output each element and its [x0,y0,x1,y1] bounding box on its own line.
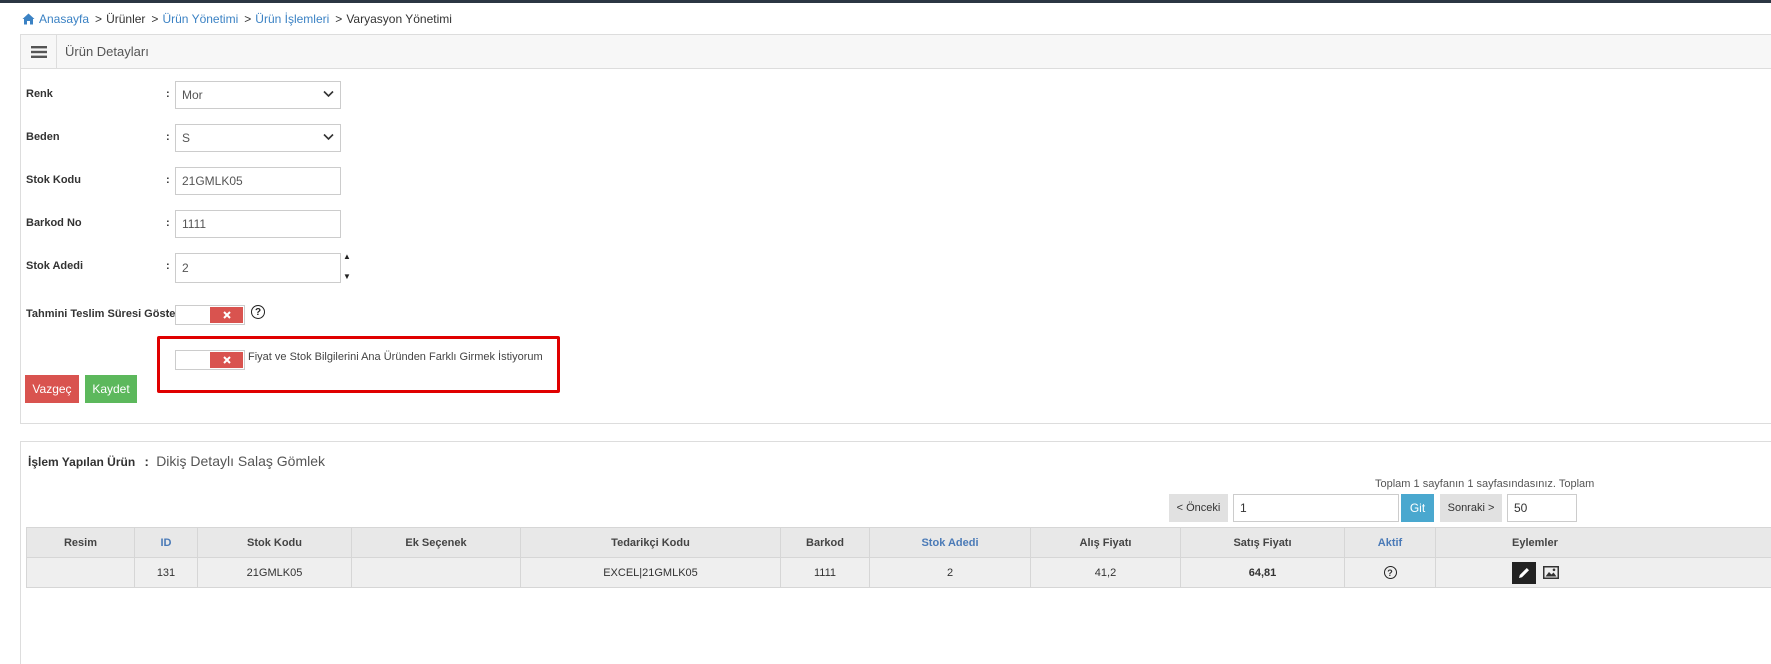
chevron-down-icon [323,133,334,141]
go-button[interactable]: Git [1401,494,1434,522]
teslim-colon: : [166,308,170,320]
cell-id: 131 [134,557,198,588]
col-header-aktif[interactable]: Aktif [1344,527,1436,558]
variations-table: Resim ID Stok Kodu Ek Seçenek Tedarikçi … [26,527,1771,588]
stok-kodu-input[interactable]: 21GMLK05 [175,167,341,195]
product-line: İşlem Yapılan Ürün : Dikiş Detaylı Salaş… [28,453,325,469]
col-header-satis-fiyati: Satış Fiyatı [1180,527,1345,558]
breadcrumb-separator: > [151,12,159,26]
renk-select-value: Mor [182,88,203,102]
page-info: Toplam 1 sayfanın 1 sayfasındasınız. Top… [1375,478,1595,490]
farkli-fiyat-toggle[interactable] [175,350,245,370]
cancel-button[interactable]: Vazgeç [25,375,79,403]
col-header-eylemler: Eylemler [1435,527,1771,558]
cell-tedarikci-kodu: EXCEL|21GMLK05 [520,557,781,588]
beden-label: Beden [26,131,60,143]
breadcrumb-separator: > [244,12,252,26]
product-label: İşlem Yapılan Ürün [28,455,136,469]
col-header-alis-fiyati: Alış Fiyatı [1030,527,1181,558]
next-page-button[interactable]: Sonraki > [1440,494,1502,522]
save-button[interactable]: Kaydet [85,375,137,403]
toggle-off-state [210,352,243,368]
cell-eylemler [1435,557,1771,588]
breadcrumb-separator: > [95,12,103,26]
barkod-no-input[interactable]: 1111 [175,210,341,238]
farkli-fiyat-label: Fiyat ve Stok Bilgilerini Ana Üründen Fa… [248,351,543,363]
cell-aktif: ? [1344,557,1436,588]
x-icon [222,356,231,364]
cell-stok-adedi: 2 [869,557,1031,588]
home-icon [22,13,35,25]
x-icon [222,311,231,319]
cell-barkod: 1111 [780,557,870,588]
stepper-up-icon[interactable]: ▲ [343,252,351,262]
product-name: Dikiş Detaylı Salaş Gömlek [156,453,326,469]
stepper-down-icon[interactable]: ▼ [343,272,351,282]
stok-adedi-input[interactable]: 2 [175,253,341,283]
breadcrumb-urun-yonetimi-link[interactable]: Ürün Yönetimi [162,12,238,26]
cell-alis-fiyati: 41,2 [1030,557,1181,588]
breadcrumb-separator: > [335,12,343,26]
stok-kodu-colon: : [166,174,170,186]
question-circle-icon[interactable]: ? [1383,566,1397,579]
col-header-id[interactable]: ID [134,527,198,558]
teslim-toggle[interactable] [175,305,245,325]
teslim-label: Tahmini Teslim Süresi Göster [26,308,180,320]
breadcrumb: Anasayfa > Ürünler > Ürün Yönetimi > Ürü… [22,12,452,26]
image-button[interactable] [1541,562,1561,584]
top-bar [0,0,1771,3]
toggle-off-state [210,307,243,323]
hamburger-icon [30,45,47,58]
chevron-down-icon [323,90,334,98]
breadcrumb-urun-islemleri-link[interactable]: Ürün İşlemleri [255,12,329,26]
breadcrumb-current: Varyasyon Yönetimi [346,12,452,26]
renk-label: Renk [26,88,53,100]
breadcrumb-urunler: Ürünler [106,12,146,26]
cell-ek-secenek [351,557,521,588]
col-header-barkod: Barkod [780,527,870,558]
cell-resim [26,557,135,588]
pencil-icon [1519,567,1529,578]
page-size-input[interactable]: 50 [1507,494,1577,522]
page-number-input[interactable]: 1 [1233,494,1399,522]
col-header-tedarikci-kodu: Tedarikçi Kodu [520,527,781,558]
cell-satis-fiyati: 64,81 [1180,557,1345,588]
stok-adedi-colon: : [166,260,170,272]
prev-page-button[interactable]: < Önceki [1169,494,1228,522]
breadcrumb-home-link[interactable]: Anasayfa [39,12,89,26]
edit-button[interactable] [1512,561,1536,584]
panel-header: Ürün Detayları [21,35,1771,69]
beden-colon: : [166,131,170,143]
col-header-resim: Resim [26,527,135,558]
stok-kodu-label: Stok Kodu [26,174,81,186]
product-colon: : [144,454,149,469]
panel-title: Ürün Detayları [65,44,149,59]
image-icon [1543,566,1560,579]
question-circle-icon[interactable]: ? [251,305,265,319]
renk-select[interactable]: Mor [175,81,341,109]
col-header-stok-kodu: Stok Kodu [197,527,352,558]
barkod-no-colon: : [166,217,170,229]
renk-colon: : [166,88,170,100]
beden-select[interactable]: S [175,124,341,152]
table-row: 131 21GMLK05 EXCEL|21GMLK05 1111 2 41,2 … [26,557,1771,588]
panel-menu-button[interactable] [21,35,57,68]
col-header-ek-secenek: Ek Seçenek [351,527,521,558]
stok-adedi-label: Stok Adedi [26,260,84,272]
cell-stok-kodu: 21GMLK05 [197,557,352,588]
table-header-row: Resim ID Stok Kodu Ek Seçenek Tedarikçi … [26,527,1771,558]
col-header-stok-adedi[interactable]: Stok Adedi [869,527,1031,558]
beden-select-value: S [182,131,191,145]
barkod-no-label: Barkod No [26,217,82,229]
